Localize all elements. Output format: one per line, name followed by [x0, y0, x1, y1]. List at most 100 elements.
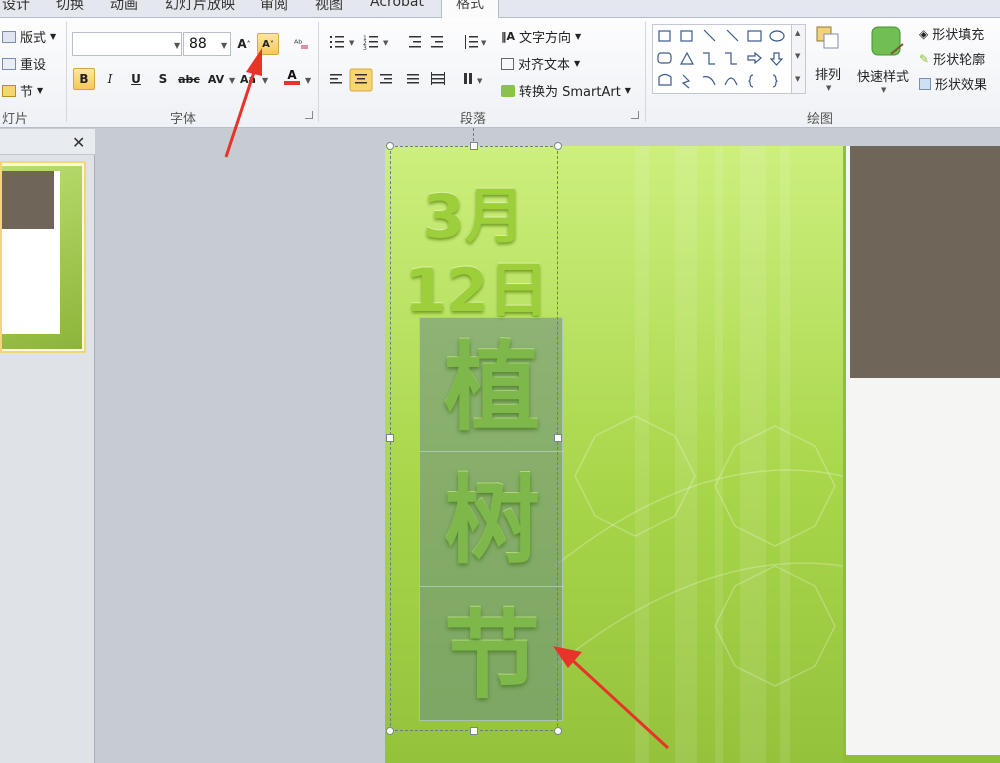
- italic-button[interactable]: I: [99, 68, 121, 90]
- char-spacing-dropdown-icon[interactable]: ▼: [229, 76, 235, 85]
- tab-animations[interactable]: 动画: [110, 0, 138, 14]
- scroll-down-icon[interactable]: ▼: [795, 52, 800, 60]
- underline-button[interactable]: U: [125, 68, 147, 90]
- title-char-2[interactable]: 树: [420, 473, 564, 569]
- tab-acrobat[interactable]: Acrobat: [370, 0, 424, 10]
- shape-effects-button[interactable]: 形状效果: [919, 74, 987, 93]
- resize-handle-bottom-right[interactable]: [554, 727, 562, 735]
- lightning-shape-icon[interactable]: [681, 74, 691, 89]
- arc-shape-icon[interactable]: [702, 76, 716, 86]
- elbow-connector-shape-icon[interactable]: [703, 52, 715, 65]
- char-spacing-button[interactable]: AV: [205, 68, 227, 90]
- font-name-field[interactable]: [72, 32, 182, 56]
- title-text-box[interactable]: 植 树 节: [419, 317, 564, 721]
- justify-icon[interactable]: [407, 74, 419, 84]
- resize-handle-top[interactable]: [470, 142, 478, 150]
- elbow-arrow-shape-icon[interactable]: [725, 52, 737, 65]
- decrease-indent-icon[interactable]: [409, 36, 421, 48]
- clear-format-button[interactable]: ᴬᵇ: [290, 33, 312, 55]
- paragraph-dialog-launcher-icon[interactable]: [631, 111, 639, 119]
- text-direction-icon: ‖A: [501, 30, 516, 43]
- grow-font-button[interactable]: A ˄: [233, 33, 255, 55]
- quick-styles-button[interactable]: 快速样式 ▼: [855, 24, 915, 104]
- bullets-icon[interactable]: [330, 36, 344, 48]
- strikethrough-button[interactable]: abc: [178, 68, 200, 90]
- scroll-up-icon[interactable]: ▲: [795, 29, 800, 37]
- down-arrow-shape-icon[interactable]: [769, 52, 784, 66]
- align-left-icon[interactable]: [330, 74, 342, 84]
- close-icon[interactable]: ✕: [72, 133, 85, 152]
- distributed-icon[interactable]: [431, 72, 445, 85]
- tab-transitions[interactable]: 切换: [56, 0, 84, 14]
- numbering-icon[interactable]: 1 2 3: [363, 35, 378, 52]
- resize-handle-bottom[interactable]: [470, 727, 478, 735]
- tab-format[interactable]: 格式: [441, 0, 499, 18]
- gallery-more-icon[interactable]: ▼: [795, 75, 800, 83]
- columns-icon[interactable]: [464, 73, 472, 84]
- resize-handle-top-left[interactable]: [386, 142, 394, 150]
- rectangle-shape-icon[interactable]: [747, 30, 762, 42]
- resize-handle-right[interactable]: [554, 434, 562, 442]
- convert-smartart-button[interactable]: 转换为 SmartArt ▼: [501, 81, 631, 100]
- paragraph-toolbar-row1: ▼ 1 2 3 ▼ ▼: [330, 35, 487, 52]
- smartart-label: 转换为 SmartArt: [519, 85, 621, 100]
- reset-button[interactable]: 重设: [2, 54, 46, 73]
- title-char-1[interactable]: 植: [420, 340, 564, 436]
- tab-view[interactable]: 视图: [315, 0, 343, 14]
- align-right-icon[interactable]: [380, 74, 392, 84]
- textbox-shape-icon[interactable]: [658, 30, 671, 42]
- section-button[interactable]: 节 ▼: [2, 81, 43, 100]
- layout-icon: [2, 30, 16, 43]
- shapes-gallery-icons: [657, 29, 785, 89]
- title-char-3[interactable]: 节: [420, 608, 564, 704]
- bold-button[interactable]: B: [73, 68, 95, 90]
- triangle-shape-icon[interactable]: [679, 51, 695, 65]
- align-center-highlight[interactable]: [349, 68, 373, 92]
- shrink-font-label: A: [262, 38, 270, 50]
- text-direction-button[interactable]: ‖A 文字方向 ▼: [501, 27, 581, 46]
- font-color-label: A: [287, 68, 297, 82]
- right-brace-shape-icon[interactable]: [772, 74, 778, 88]
- font-name-dropdown-icon[interactable]: ▼: [174, 41, 180, 50]
- line-shape-icon[interactable]: [703, 29, 716, 42]
- slide-canvas[interactable]: 3月 12日 植 树 节: [385, 146, 1000, 763]
- oval-shape-icon[interactable]: [769, 30, 785, 42]
- freeform-shape-icon[interactable]: [658, 73, 672, 86]
- chevron-down-icon: ▼: [37, 86, 44, 95]
- increase-indent-icon[interactable]: [431, 36, 443, 48]
- gallery-scrollbar[interactable]: ▲ ▼ ▼: [791, 25, 805, 93]
- font-color-dropdown-icon[interactable]: ▼: [305, 76, 311, 85]
- slide-brown-rectangle[interactable]: [850, 146, 1000, 378]
- tab-review[interactable]: 审阅: [260, 0, 288, 14]
- arrow-line-shape-icon[interactable]: [726, 29, 739, 42]
- rounded-rect-shape-icon[interactable]: [657, 52, 672, 64]
- font-color-button[interactable]: A: [281, 66, 303, 88]
- resize-handle-left[interactable]: [386, 434, 394, 442]
- layout-button[interactable]: 版式 ▼: [2, 27, 56, 46]
- shape-fill-button[interactable]: ◈ 形状填充: [919, 24, 985, 44]
- tab-slideshow[interactable]: 幻灯片放映: [165, 0, 235, 14]
- right-arrow-shape-icon[interactable]: [747, 51, 762, 65]
- font-size-dropdown-icon[interactable]: ▼: [221, 41, 227, 50]
- resize-handle-bottom-left[interactable]: [386, 727, 394, 735]
- shape-effects-icon: [919, 77, 931, 90]
- resize-handle-top-right[interactable]: [554, 142, 562, 150]
- curve-shape-icon[interactable]: [724, 77, 738, 86]
- change-case-dropdown-icon[interactable]: ▼: [262, 76, 268, 85]
- date-day-text[interactable]: 12日: [405, 242, 549, 329]
- font-dialog-launcher-icon[interactable]: [305, 111, 313, 119]
- line-spacing-icon[interactable]: [465, 35, 478, 49]
- shapes-gallery[interactable]: ▲ ▼ ▼: [652, 24, 806, 94]
- vertical-textbox-shape-icon[interactable]: [680, 30, 693, 42]
- left-brace-shape-icon[interactable]: [748, 74, 754, 88]
- shape-outline-button[interactable]: ✎ 形状轮廓: [919, 49, 985, 69]
- slide-thumbnail[interactable]: [0, 161, 86, 353]
- text-direction-label: 文字方向: [519, 31, 572, 46]
- tab-design[interactable]: 设计: [2, 0, 30, 14]
- shrink-font-button[interactable]: A ˅: [257, 33, 279, 55]
- change-case-button[interactable]: Aa: [237, 68, 259, 90]
- arrange-button[interactable]: 排列 ▼: [812, 24, 848, 104]
- align-text-button[interactable]: 对齐文本 ▼: [501, 54, 580, 73]
- text-shadow-button[interactable]: S: [152, 68, 174, 90]
- shape-fill-label: 形状填充: [932, 28, 985, 43]
